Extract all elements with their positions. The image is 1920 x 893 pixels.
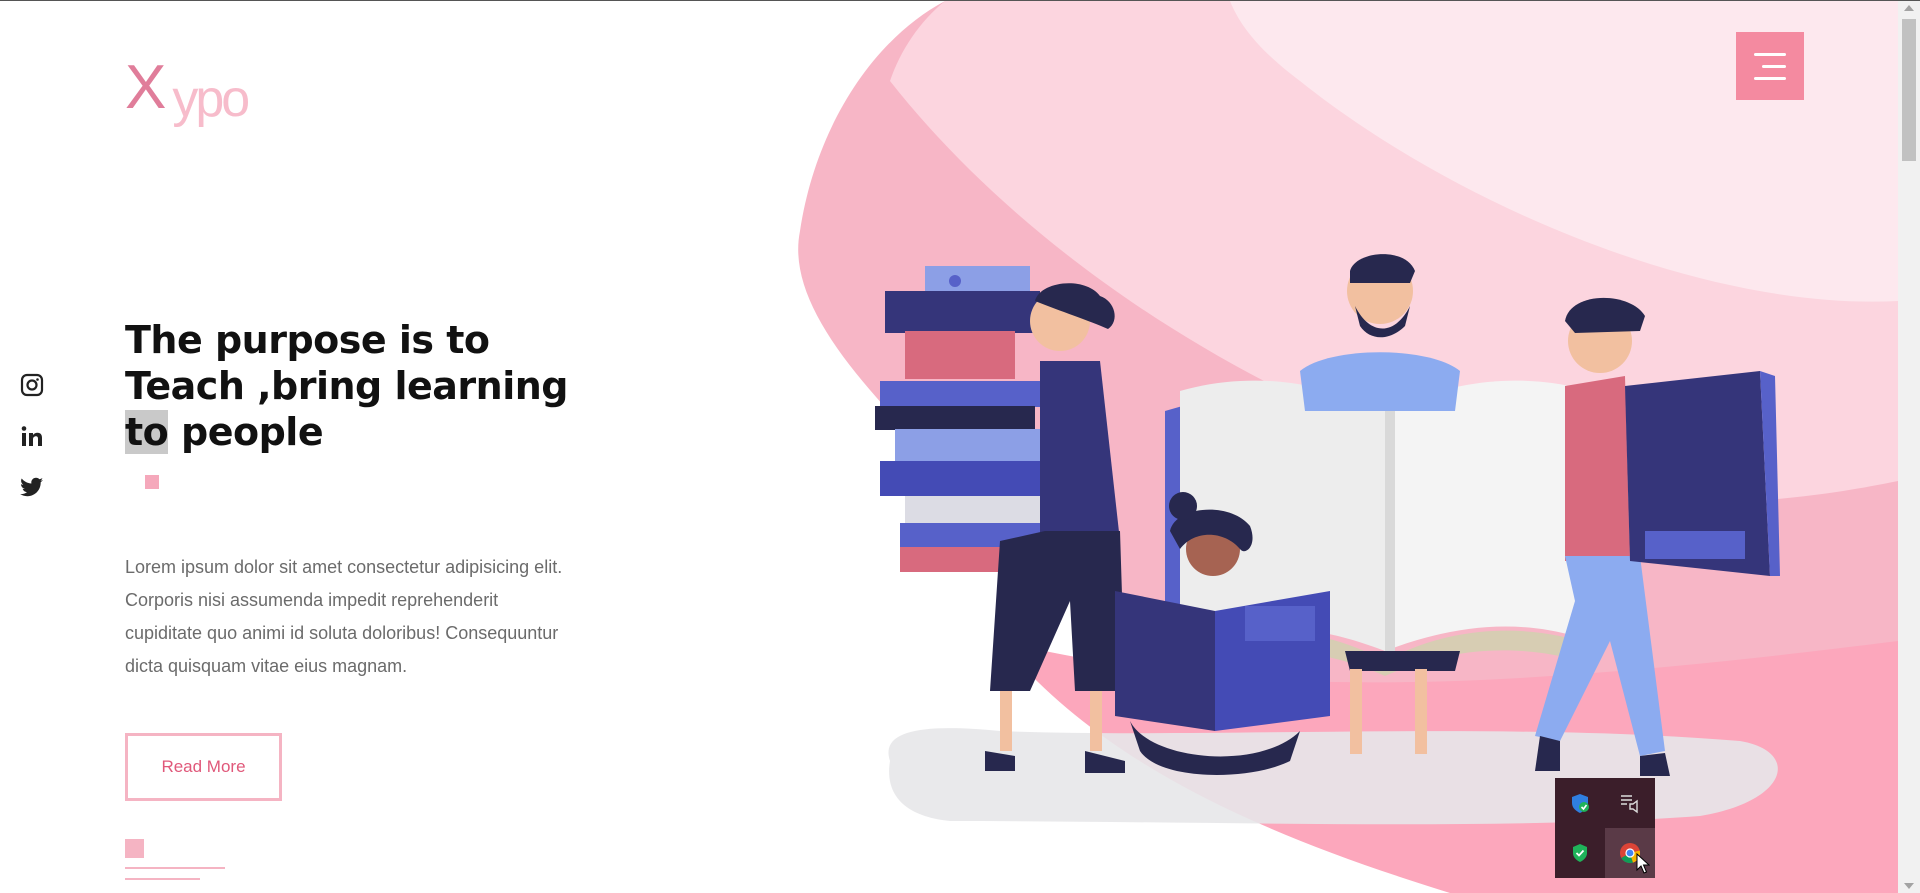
scrollbar-thumb[interactable] [1902, 19, 1916, 161]
scroll-up-arrow-icon[interactable] [1904, 5, 1914, 11]
instagram-icon[interactable] [18, 371, 46, 399]
hamburger-line [1762, 64, 1786, 68]
decorative-square [145, 475, 159, 489]
read-more-button[interactable]: Read More [125, 733, 282, 801]
hamburger-line [1754, 76, 1786, 80]
mouse-cursor-icon [1636, 853, 1650, 874]
decorative-line [125, 867, 225, 869]
media-playlist-icon[interactable] [1605, 778, 1655, 828]
hamburger-icon [1754, 52, 1786, 56]
defender-shield-icon[interactable] [1555, 778, 1605, 828]
linkedin-icon[interactable] [18, 422, 46, 450]
scroll-down-arrow-icon[interactable] [1904, 883, 1914, 889]
decorative-square-bottom [125, 839, 144, 858]
logo-letter-x: X [125, 53, 167, 122]
decorative-line-short [125, 878, 200, 880]
brand-logo[interactable]: X ypo [125, 53, 250, 126]
hero-headline: The purpose is to Teach ,bring learning … [125, 317, 585, 455]
twitter-icon[interactable] [18, 473, 46, 501]
security-check-icon[interactable] [1555, 828, 1605, 878]
headline-text-end: people [168, 410, 324, 454]
hero-description: Lorem ipsum dolor sit amet consectetur a… [125, 557, 563, 676]
page-scrollbar[interactable] [1898, 1, 1920, 893]
headline-highlight: to [125, 410, 169, 454]
social-links [18, 371, 46, 501]
menu-button[interactable] [1736, 32, 1804, 100]
logo-wordmark: ypo [172, 70, 250, 128]
headline-text: The purpose is to Teach ,bring learning [125, 318, 569, 408]
